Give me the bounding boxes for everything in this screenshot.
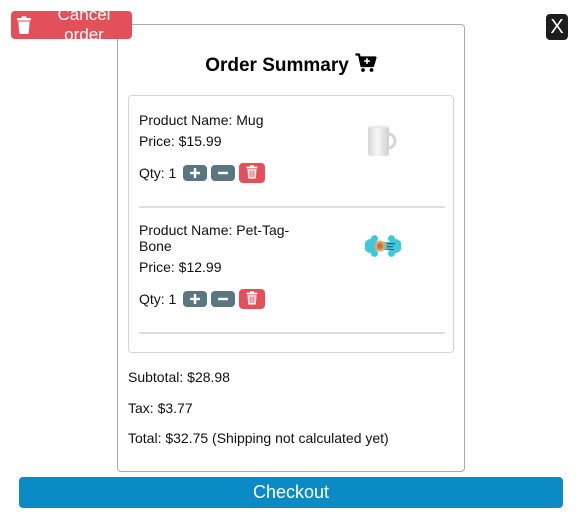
minus-icon (218, 166, 229, 181)
trash-icon (246, 164, 258, 182)
subtotal-text: Subtotal: $28.98 (128, 369, 230, 385)
checkout-button[interactable]: Checkout (19, 477, 563, 508)
cart-item: Product Name: Mug Price: $15.99 Qty: 1 (139, 96, 445, 208)
close-button[interactable]: X (546, 14, 568, 40)
cart-items-box: Product Name: Mug Price: $15.99 Qty: 1 P… (128, 95, 454, 353)
item-divider (139, 332, 445, 334)
trash-icon (16, 16, 32, 34)
cart-item: Product Name: Pet-Tag-Bone Price: $12.99… (139, 208, 445, 334)
total-text: Total: $32.75 (Shipping not calculated y… (128, 430, 389, 446)
pet-tag-bone-image (364, 235, 402, 262)
quantity-row: Qty: 1 (139, 289, 266, 309)
item-name: Product Name: Mug (139, 112, 264, 128)
item-quantity: Qty: 1 (139, 291, 177, 307)
cancel-order-label: Cancel order (57, 5, 111, 44)
mug-image (364, 124, 400, 165)
minus-icon (218, 292, 229, 307)
remove-item-button[interactable] (239, 163, 266, 183)
tax-text: Tax: $3.77 (128, 400, 193, 416)
decrease-quantity-button[interactable] (211, 165, 236, 181)
order-summary-heading: Order Summary (118, 53, 464, 79)
increase-quantity-button[interactable] (183, 165, 208, 181)
plus-icon (190, 166, 201, 181)
trash-icon (246, 290, 258, 308)
cancel-order-button[interactable]: Cancel order (11, 5, 132, 44)
remove-item-button[interactable] (239, 289, 266, 309)
item-name: Product Name: Pet-Tag-Bone (139, 222, 290, 254)
order-summary-panel: Order Summary Product Name: Mug Price: $… (117, 24, 465, 472)
order-summary-title: Order Summary (205, 55, 349, 76)
item-price: Price: $15.99 (139, 133, 222, 149)
item-quantity: Qty: 1 (139, 165, 177, 181)
increase-quantity-button[interactable] (183, 291, 208, 307)
quantity-row: Qty: 1 (139, 163, 266, 183)
item-price: Price: $12.99 (139, 259, 222, 275)
plus-icon (190, 292, 201, 307)
cart-icon (355, 53, 377, 79)
decrease-quantity-button[interactable] (211, 291, 236, 307)
